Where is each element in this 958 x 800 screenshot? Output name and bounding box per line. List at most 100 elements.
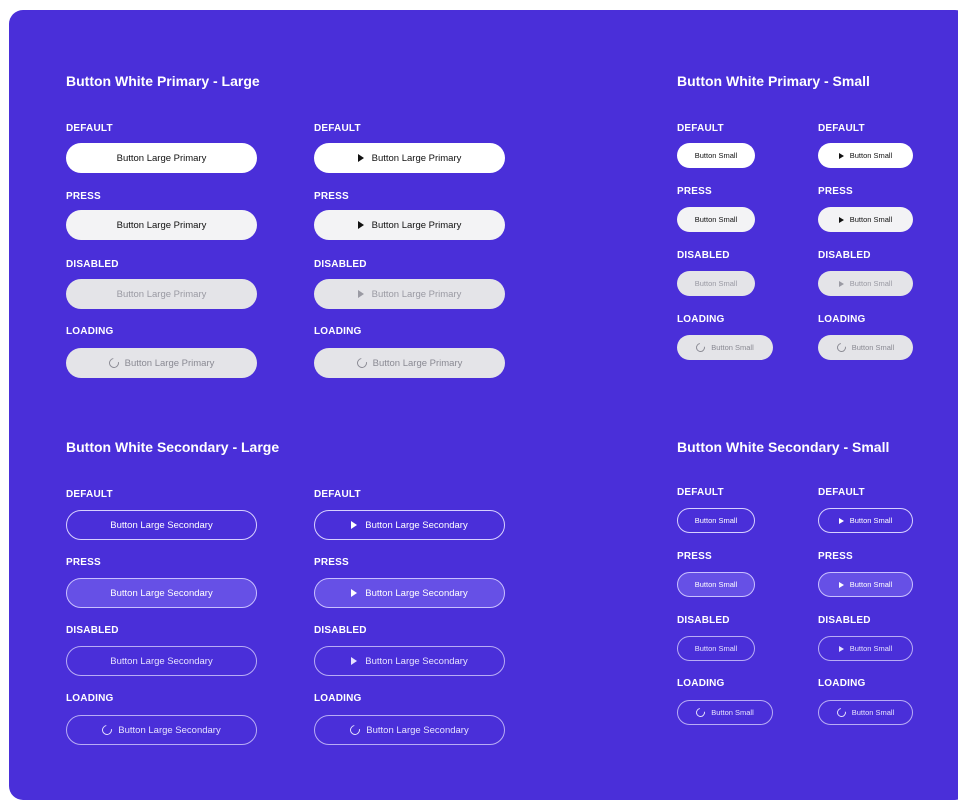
state-label-loading: LOADING: [66, 693, 114, 704]
play-icon: [351, 589, 358, 597]
state-label-disabled: DISABLED: [818, 250, 871, 261]
secondary-large-press-button[interactable]: Button Large Secondary: [66, 578, 257, 608]
button-label: Button Small: [694, 644, 738, 653]
state-label-loading: LOADING: [677, 678, 725, 689]
play-icon: [838, 152, 844, 159]
button-label: Button Large Secondary: [110, 587, 213, 599]
primary-small-disabled-button[interactable]: Button Small: [677, 271, 755, 296]
button-label: Button Large Secondary: [110, 519, 213, 531]
primary-small-press-button[interactable]: Button Small: [677, 207, 755, 232]
state-label-default: DEFAULT: [677, 123, 724, 134]
state-label-disabled: DISABLED: [314, 625, 367, 636]
secondary-small-disabled-button[interactable]: Button Small: [677, 636, 755, 661]
button-label: Button Small: [694, 580, 738, 589]
button-label: Button Small: [711, 708, 754, 717]
state-label-loading: LOADING: [314, 693, 362, 704]
button-label: Button Small: [849, 516, 893, 525]
secondary-large-default-icon-button[interactable]: Button Large Secondary: [314, 510, 505, 540]
primary-large-disabled-button[interactable]: Button Large Primary: [66, 279, 257, 309]
primary-small-loading-button[interactable]: Button Small: [677, 335, 773, 360]
primary-large-disabled-icon-button[interactable]: Button Large Primary: [314, 279, 505, 309]
button-label: Button Small: [694, 215, 738, 224]
button-label: Button Small: [849, 644, 893, 653]
state-label-disabled: DISABLED: [677, 615, 730, 626]
secondary-large-loading-icon-button[interactable]: Button Large Secondary: [314, 715, 505, 745]
button-label: Button Large Primary: [124, 357, 215, 369]
secondary-large-disabled-button[interactable]: Button Large Secondary: [66, 646, 257, 676]
secondary-small-press-button[interactable]: Button Small: [677, 572, 755, 597]
spinner-icon: [354, 356, 369, 370]
button-label: Button Large Secondary: [365, 655, 468, 667]
spinner-icon: [834, 706, 848, 719]
state-label-press: PRESS: [66, 557, 101, 568]
secondary-large-default-button[interactable]: Button Large Secondary: [66, 510, 257, 540]
secondary-small-loading-button[interactable]: Button Small: [677, 700, 773, 725]
button-label: Button Small: [694, 279, 738, 288]
play-icon: [357, 221, 364, 229]
button-label: Button Small: [694, 516, 738, 525]
state-label-disabled: DISABLED: [314, 259, 367, 270]
secondary-small-disabled-icon-button[interactable]: Button Small: [818, 636, 913, 661]
spinner-icon: [694, 706, 708, 719]
button-label: Button Small: [851, 708, 895, 717]
primary-large-default-icon-button[interactable]: Button Large Primary: [314, 143, 505, 173]
state-label-press: PRESS: [314, 557, 349, 568]
button-label: Button Small: [711, 343, 754, 352]
button-label: Button Large Primary: [371, 219, 462, 231]
primary-large-press-icon-button[interactable]: Button Large Primary: [314, 210, 505, 240]
play-icon: [838, 645, 844, 652]
spinner-icon: [694, 341, 708, 354]
button-label: Button Large Primary: [116, 152, 207, 164]
button-showcase-board: Button White Primary - Large DEFAULT But…: [9, 10, 958, 800]
state-label-default: DEFAULT: [818, 123, 865, 134]
play-icon: [357, 154, 364, 162]
state-label-default: DEFAULT: [818, 487, 865, 498]
button-label: Button Small: [849, 279, 893, 288]
primary-small-disabled-icon-button[interactable]: Button Small: [818, 271, 913, 296]
play-icon: [838, 517, 844, 524]
state-label-disabled: DISABLED: [66, 259, 119, 270]
primary-large-loading-icon-button[interactable]: Button Large Primary: [314, 348, 505, 378]
primary-small-default-icon-button[interactable]: Button Small: [818, 143, 913, 168]
play-icon: [357, 290, 364, 298]
spinner-icon: [348, 723, 363, 737]
state-label-disabled: DISABLED: [677, 250, 730, 261]
primary-small-press-icon-button[interactable]: Button Small: [818, 207, 913, 232]
play-icon: [838, 216, 844, 223]
play-icon: [351, 521, 358, 529]
secondary-large-disabled-icon-button[interactable]: Button Large Secondary: [314, 646, 505, 676]
spinner-icon: [834, 341, 848, 354]
button-label: Button Large Secondary: [118, 724, 221, 736]
primary-small-loading-icon-button[interactable]: Button Small: [818, 335, 913, 360]
state-label-press: PRESS: [66, 191, 101, 202]
state-label-default: DEFAULT: [66, 489, 113, 500]
secondary-small-default-button[interactable]: Button Small: [677, 508, 755, 533]
button-label: Button Large Secondary: [365, 587, 468, 599]
spinner-icon: [106, 356, 121, 370]
state-label-default: DEFAULT: [314, 123, 361, 134]
button-label: Button Large Primary: [371, 152, 462, 164]
button-label: Button Large Secondary: [366, 724, 469, 736]
primary-large-loading-button[interactable]: Button Large Primary: [66, 348, 257, 378]
spinner-icon: [100, 723, 115, 737]
section-title-primary-large: Button White Primary - Large: [66, 73, 260, 89]
primary-large-press-button[interactable]: Button Large Primary: [66, 210, 257, 240]
secondary-small-default-icon-button[interactable]: Button Small: [818, 508, 913, 533]
state-label-loading: LOADING: [677, 314, 725, 325]
button-label: Button Large Primary: [116, 288, 207, 300]
button-label: Button Small: [849, 151, 893, 160]
button-label: Button Large Primary: [371, 288, 462, 300]
play-icon: [838, 280, 844, 287]
state-label-disabled: DISABLED: [818, 615, 871, 626]
button-label: Button Small: [849, 215, 893, 224]
button-label: Button Large Secondary: [365, 519, 468, 531]
primary-small-default-button[interactable]: Button Small: [677, 143, 755, 168]
secondary-small-loading-icon-button[interactable]: Button Small: [818, 700, 913, 725]
secondary-small-press-icon-button[interactable]: Button Small: [818, 572, 913, 597]
section-title-primary-small: Button White Primary - Small: [677, 73, 870, 89]
secondary-large-press-icon-button[interactable]: Button Large Secondary: [314, 578, 505, 608]
state-label-default: DEFAULT: [677, 487, 724, 498]
secondary-large-loading-button[interactable]: Button Large Secondary: [66, 715, 257, 745]
primary-large-default-button[interactable]: Button Large Primary: [66, 143, 257, 173]
state-label-press: PRESS: [677, 186, 712, 197]
